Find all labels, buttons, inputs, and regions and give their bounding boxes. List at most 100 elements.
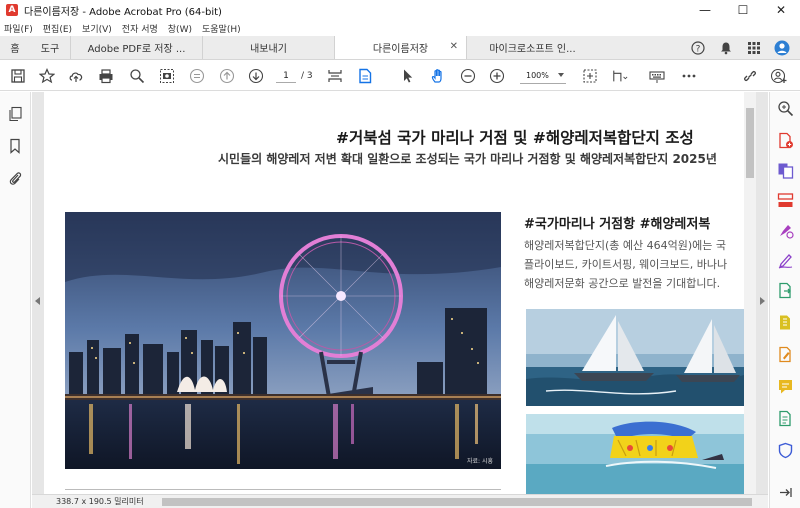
main-toolbar: 1 / 3 100%	[0, 61, 800, 91]
page-layout-icon[interactable]	[612, 68, 628, 84]
menu-help[interactable]: 도움말(H)	[202, 22, 241, 35]
left-navigation-pane	[0, 92, 31, 508]
window-controls: — ☐ ✕	[686, 0, 800, 20]
share-link-icon[interactable]	[742, 68, 758, 84]
document-viewer[interactable]: #거북섬 국가 마리나 거점 및 #해양레저복합단지 조성 시민들의 해양레저 …	[32, 92, 768, 494]
snapshot-icon[interactable]	[159, 68, 175, 84]
sailboats-photo	[526, 309, 744, 406]
tab-label: 마이크로소프트 인...	[489, 44, 576, 55]
tab-label: 다른이름저장	[372, 44, 429, 55]
window-title: 다른이름저장 - Adobe Acrobat Pro (64-bit)	[24, 6, 222, 18]
page-view-icon[interactable]	[357, 68, 373, 84]
zoom-search-icon[interactable]	[129, 68, 145, 84]
photo-caption: 자료: 시흥	[466, 458, 493, 465]
print-icon[interactable]	[98, 68, 114, 84]
collapse-tools-pane-icon[interactable]	[777, 484, 794, 501]
tab-label: Adobe PDF로 저장 ...	[87, 44, 186, 55]
request-signature-icon[interactable]	[777, 222, 794, 239]
vertical-scroll-thumb[interactable]	[746, 108, 754, 178]
crop-fit-icon[interactable]	[582, 68, 598, 84]
export-pdf-icon[interactable]	[777, 282, 794, 299]
hand-tool-icon[interactable]	[430, 68, 446, 84]
tabbar-actions: ?	[684, 36, 796, 60]
bookmark-star-icon[interactable]	[39, 68, 55, 84]
horizontal-scroll-thumb[interactable]	[162, 498, 752, 506]
horizontal-scrollbar[interactable]	[162, 497, 762, 507]
tab-microsoft[interactable]: 마이크로소프트 인...	[466, 36, 598, 59]
tab-tools[interactable]: 도구	[30, 36, 70, 59]
help-button[interactable]: ?	[684, 41, 712, 55]
menu-bar: 파일(F) 편집(E) 보기(V) 전자 서명 창(W) 도움말(H)	[0, 20, 800, 36]
expand-right-pane-icon[interactable]	[760, 297, 765, 305]
tab-export[interactable]: 내보내기	[202, 36, 334, 59]
bell-icon	[721, 42, 731, 55]
scan-ocr-icon[interactable]	[777, 410, 794, 427]
acrobat-logo-icon: A	[6, 4, 18, 16]
paragraph-line: 해양레저문화 공간으로 발전을 기대합니다.	[524, 277, 721, 290]
comment-icon[interactable]	[777, 378, 794, 395]
section-title: #국가마리나 거점항 #해양레저복	[524, 217, 711, 232]
keyboard-icon[interactable]	[649, 68, 665, 84]
menu-view[interactable]: 보기(V)	[82, 22, 112, 35]
page-down-icon[interactable]	[248, 68, 264, 84]
page-total: / 3	[301, 71, 313, 81]
pdf-page: #거북섬 국가 마리나 거점 및 #해양레저복합단지 조성 시민들의 해양레저 …	[44, 92, 744, 494]
tab-save-as-active[interactable]: 다른이름저장 ✕	[334, 36, 466, 59]
zoom-out-icon[interactable]	[460, 68, 476, 84]
section-paragraph: 해양레저복합단지(총 예산 464억원)에는 국 플라이보드, 카이트서핑, 웨…	[524, 236, 727, 293]
collapse-left-pane-icon[interactable]	[35, 297, 40, 305]
save-icon[interactable]	[10, 68, 26, 84]
protect-shield-icon[interactable]	[777, 442, 794, 459]
minimize-button[interactable]: —	[686, 0, 724, 20]
tab-label: 내보내기	[250, 44, 287, 55]
edit-pdf-icon[interactable]	[777, 346, 794, 363]
document-heading: #거북섬 국가 마리나 거점 및 #해양레저복합단지 조성	[336, 129, 694, 147]
document-subheading: 시민들의 해양레저 저변 확대 일환으로 조성되는 국가 마리나 거점항 및 해…	[218, 152, 717, 166]
attachments-icon[interactable]	[7, 170, 23, 186]
bookmarks-icon[interactable]	[7, 138, 23, 154]
close-window-button[interactable]: ✕	[762, 0, 800, 20]
singapore-ferris-wheel-photo: 자료: 시흥	[65, 212, 501, 469]
title-bar: A 다른이름저장 - Adobe Acrobat Pro (64-bit) — …	[0, 0, 800, 20]
fit-width-icon[interactable]	[327, 68, 343, 84]
menu-file[interactable]: 파일(F)	[4, 22, 33, 35]
page-dimensions: 338.7 x 190.5 밀리미터	[56, 497, 144, 506]
paragraph-line: 해양레저복합단지(총 예산 464억원)에는 국	[524, 239, 726, 252]
tab-close-icon[interactable]: ✕	[450, 41, 458, 52]
menu-esign[interactable]: 전자 서명	[122, 22, 158, 35]
search-tool-icon[interactable]	[777, 100, 794, 117]
select-arrow-icon[interactable]	[400, 68, 416, 84]
menu-edit[interactable]: 편집(E)	[43, 22, 72, 35]
apps-grid-icon	[748, 42, 760, 54]
page-thumbnails-icon[interactable]	[7, 106, 23, 122]
compress-pdf-icon[interactable]	[777, 314, 794, 331]
organize-pages-icon[interactable]	[777, 192, 794, 209]
maximize-button[interactable]: ☐	[724, 0, 762, 20]
page-divider	[65, 489, 501, 490]
page-number-input[interactable]: 1	[276, 69, 296, 83]
banana-boat-photo	[526, 414, 744, 494]
zoom-in-icon[interactable]	[489, 68, 505, 84]
combine-files-icon[interactable]	[777, 162, 794, 179]
svg-text:?: ?	[696, 45, 701, 55]
notifications-button[interactable]	[712, 41, 740, 55]
avatar-icon	[774, 40, 790, 56]
page-up-icon[interactable]	[219, 68, 235, 84]
fill-sign-icon[interactable]	[777, 252, 794, 269]
help-icon: ?	[691, 41, 705, 55]
account-button[interactable]	[768, 40, 796, 56]
chevron-down-icon	[558, 73, 564, 77]
cloud-upload-icon[interactable]	[68, 68, 84, 84]
tab-bar: 홈 도구 Adobe PDF로 저장 ... 내보내기 다른이름저장 ✕ 마이크로…	[0, 36, 800, 60]
more-options-icon[interactable]	[681, 68, 697, 84]
paragraph-line: 플라이보드, 카이트서핑, 웨이크보드, 바나나	[524, 258, 728, 271]
right-tools-pane	[769, 92, 800, 508]
menu-window[interactable]: 창(W)	[168, 22, 192, 35]
reading-mode-icon[interactable]	[189, 68, 205, 84]
vertical-scrollbar[interactable]	[744, 92, 756, 494]
tab-home[interactable]: 홈	[0, 36, 30, 59]
apps-button[interactable]	[740, 41, 768, 55]
add-user-icon[interactable]	[771, 68, 787, 84]
create-pdf-icon[interactable]	[777, 132, 794, 149]
tab-save-as-pdf[interactable]: Adobe PDF로 저장 ...	[70, 36, 202, 59]
